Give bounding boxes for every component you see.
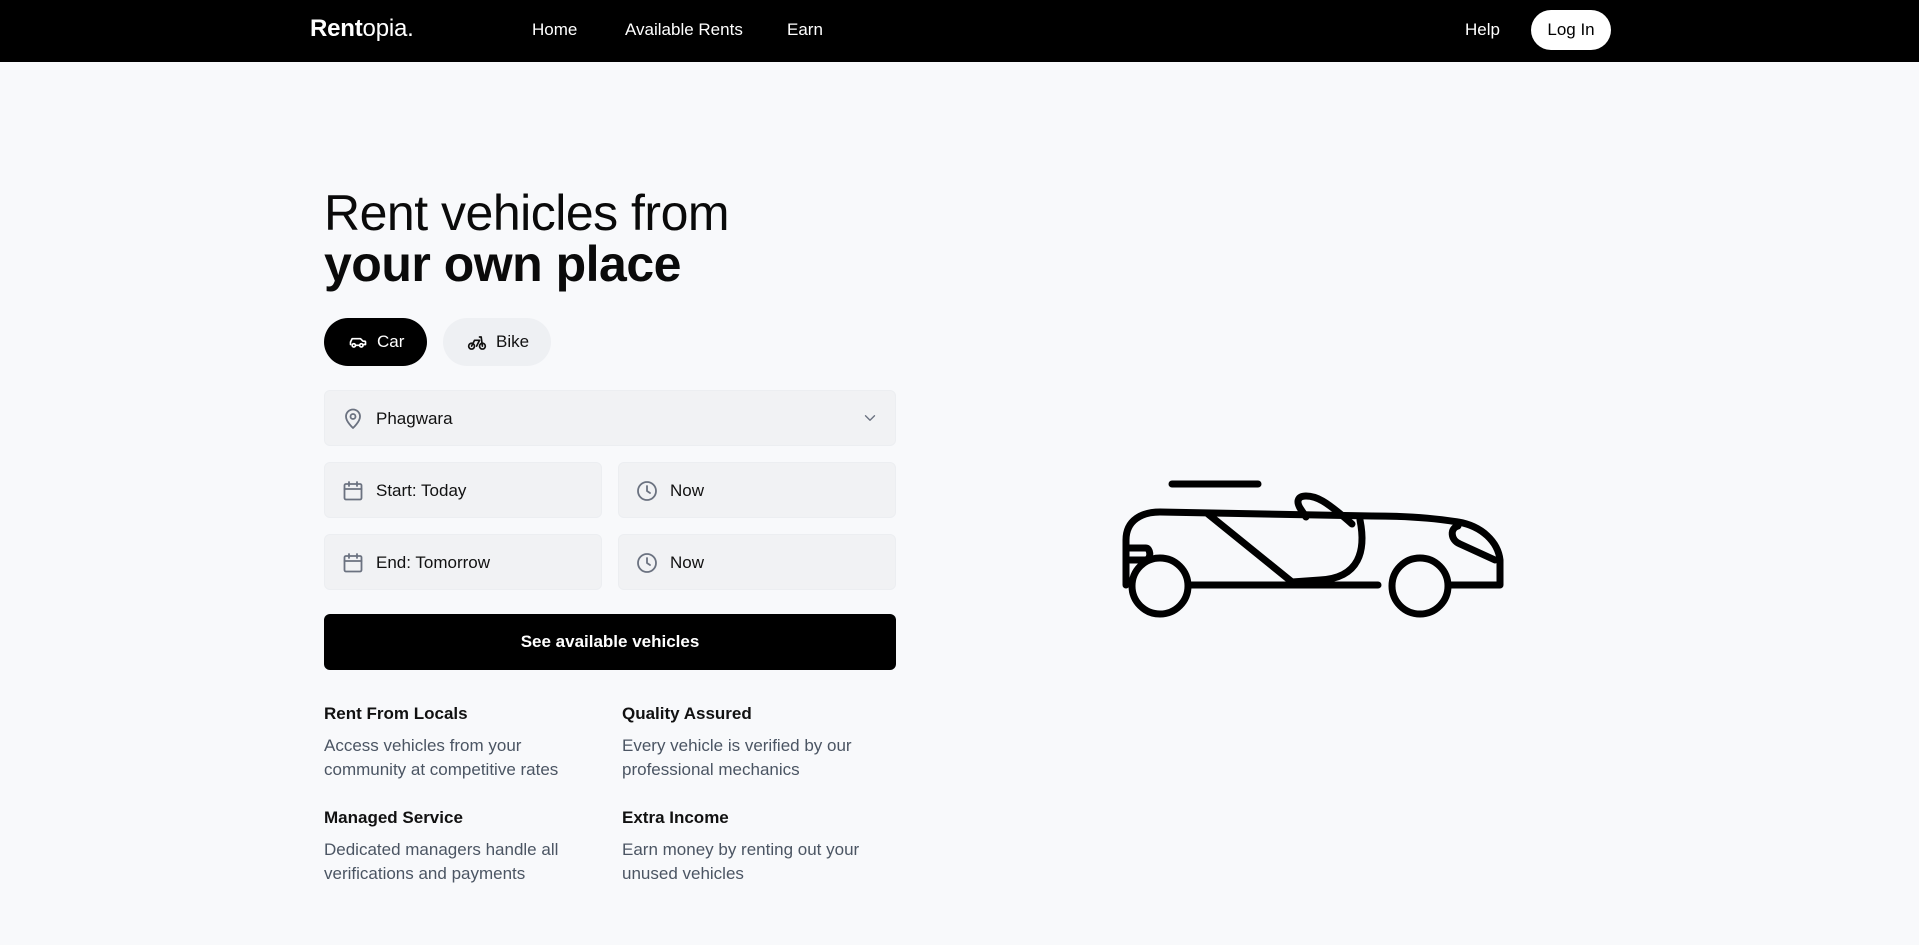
feature-description: Dedicated managers handle all verificati… (324, 840, 559, 883)
brand-logo-bold: Rent (310, 15, 363, 42)
feature-title: Managed Service (324, 808, 463, 827)
start-time-value: Now (670, 481, 705, 500)
feature-quality-assured: Quality Assured Every vehicle is verifie… (622, 704, 882, 782)
end-date-value: End: Tomorrow (376, 553, 491, 572)
feature-managed-service: Managed Service Dedicated managers handl… (324, 808, 584, 886)
feature-description: Every vehicle is verified by our profess… (622, 736, 852, 779)
feature-description: Access vehicles from your community at c… (324, 736, 559, 779)
end-date-field[interactable]: End: Tomorrow (324, 534, 602, 590)
start-date-value: Start: Today (376, 481, 467, 500)
location-select[interactable]: Phagwara (324, 390, 896, 446)
chevron-down-icon (861, 409, 879, 427)
car-icon (348, 332, 368, 352)
nav-link-help[interactable]: Help (1465, 20, 1500, 40)
top-navbar: Rentopia. Home Available Rents Earn Help… (0, 0, 1919, 62)
calendar-icon (341, 551, 365, 575)
brand-logo-rest: opia. (362, 15, 414, 42)
clock-icon (635, 479, 659, 503)
nav-link-earn[interactable]: Earn (787, 20, 823, 40)
feature-description: Earn money by renting out your unused ve… (622, 840, 860, 883)
hero-title-line2: your own place (324, 236, 681, 292)
feature-title: Quality Assured (622, 704, 752, 723)
hero-title: Rent vehicles from your own place (324, 185, 884, 292)
nav-link-home[interactable]: Home (532, 20, 577, 40)
start-time-field[interactable]: Now (618, 462, 896, 518)
convertible-car-illustration (1120, 468, 1506, 618)
see-available-vehicles-button[interactable]: See available vehicles (324, 614, 896, 670)
vehicle-type-bike-label: Bike (496, 332, 530, 351)
map-pin-icon (341, 407, 365, 431)
location-value: Phagwara (376, 409, 453, 428)
end-time-value: Now (670, 553, 705, 572)
vehicle-type-bike-button[interactable]: Bike (443, 318, 551, 366)
clock-icon (635, 551, 659, 575)
nav-link-available-rents[interactable]: Available Rents (625, 20, 743, 40)
vehicle-type-car-label: Car (377, 332, 405, 351)
bike-icon (467, 332, 487, 352)
brand-logo[interactable]: Rentopia. (310, 15, 414, 43)
feature-rent-from-locals: Rent From Locals Access vehicles from yo… (324, 704, 584, 782)
start-date-field[interactable]: Start: Today (324, 462, 602, 518)
vehicle-type-car-button[interactable]: Car (324, 318, 427, 366)
end-time-field[interactable]: Now (618, 534, 896, 590)
calendar-icon (341, 479, 365, 503)
feature-extra-income: Extra Income Earn money by renting out y… (622, 808, 882, 886)
login-button[interactable]: Log In (1531, 10, 1611, 50)
feature-title: Extra Income (622, 808, 729, 827)
hero-title-line1: Rent vehicles from (324, 185, 730, 241)
feature-title: Rent From Locals (324, 704, 468, 723)
